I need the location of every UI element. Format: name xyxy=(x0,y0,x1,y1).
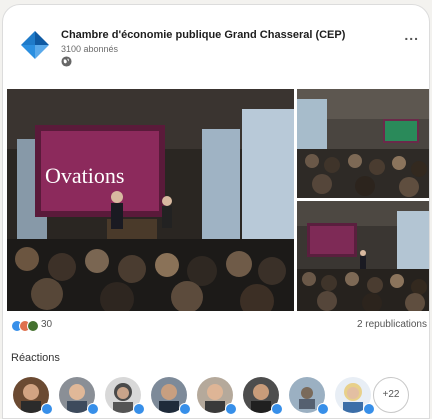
social-counts-bar: 30 2 republications xyxy=(3,313,429,337)
reposts-count[interactable]: 2 republications xyxy=(357,319,427,330)
org-name[interactable]: Chambre d'économie publique Grand Chasse… xyxy=(61,29,345,41)
like-badge-icon xyxy=(363,403,375,415)
more-options-button[interactable]: ... xyxy=(404,27,419,43)
like-badge-icon xyxy=(87,403,99,415)
post-card: Chambre d'économie publique Grand Chasse… xyxy=(2,4,430,419)
reactions-heading: Réactions xyxy=(11,352,60,364)
like-badge-icon xyxy=(133,403,145,415)
follower-count: 3100 abonnés xyxy=(61,44,119,54)
company-logo[interactable] xyxy=(17,27,53,63)
screen-text: Ovations xyxy=(45,163,124,188)
like-badge-icon xyxy=(271,403,283,415)
post-header: Chambre d'économie publique Grand Chasse… xyxy=(3,5,429,89)
like-badge-icon xyxy=(317,403,329,415)
photo-top-right[interactable] xyxy=(297,89,429,198)
photo-main[interactable]: Ovations xyxy=(7,89,294,311)
like-badge-icon xyxy=(41,403,53,415)
photo-gallery: Ovations xyxy=(7,89,429,311)
globe-icon xyxy=(61,56,72,67)
reactors-list: +22 xyxy=(13,377,429,417)
celebrate-icon xyxy=(27,320,39,332)
photo-bottom-right[interactable] xyxy=(297,201,429,311)
reaction-count[interactable]: 30 xyxy=(41,319,52,330)
like-badge-icon xyxy=(179,403,191,415)
like-badge-icon xyxy=(225,403,237,415)
more-reactors-button[interactable]: +22 xyxy=(373,377,409,413)
